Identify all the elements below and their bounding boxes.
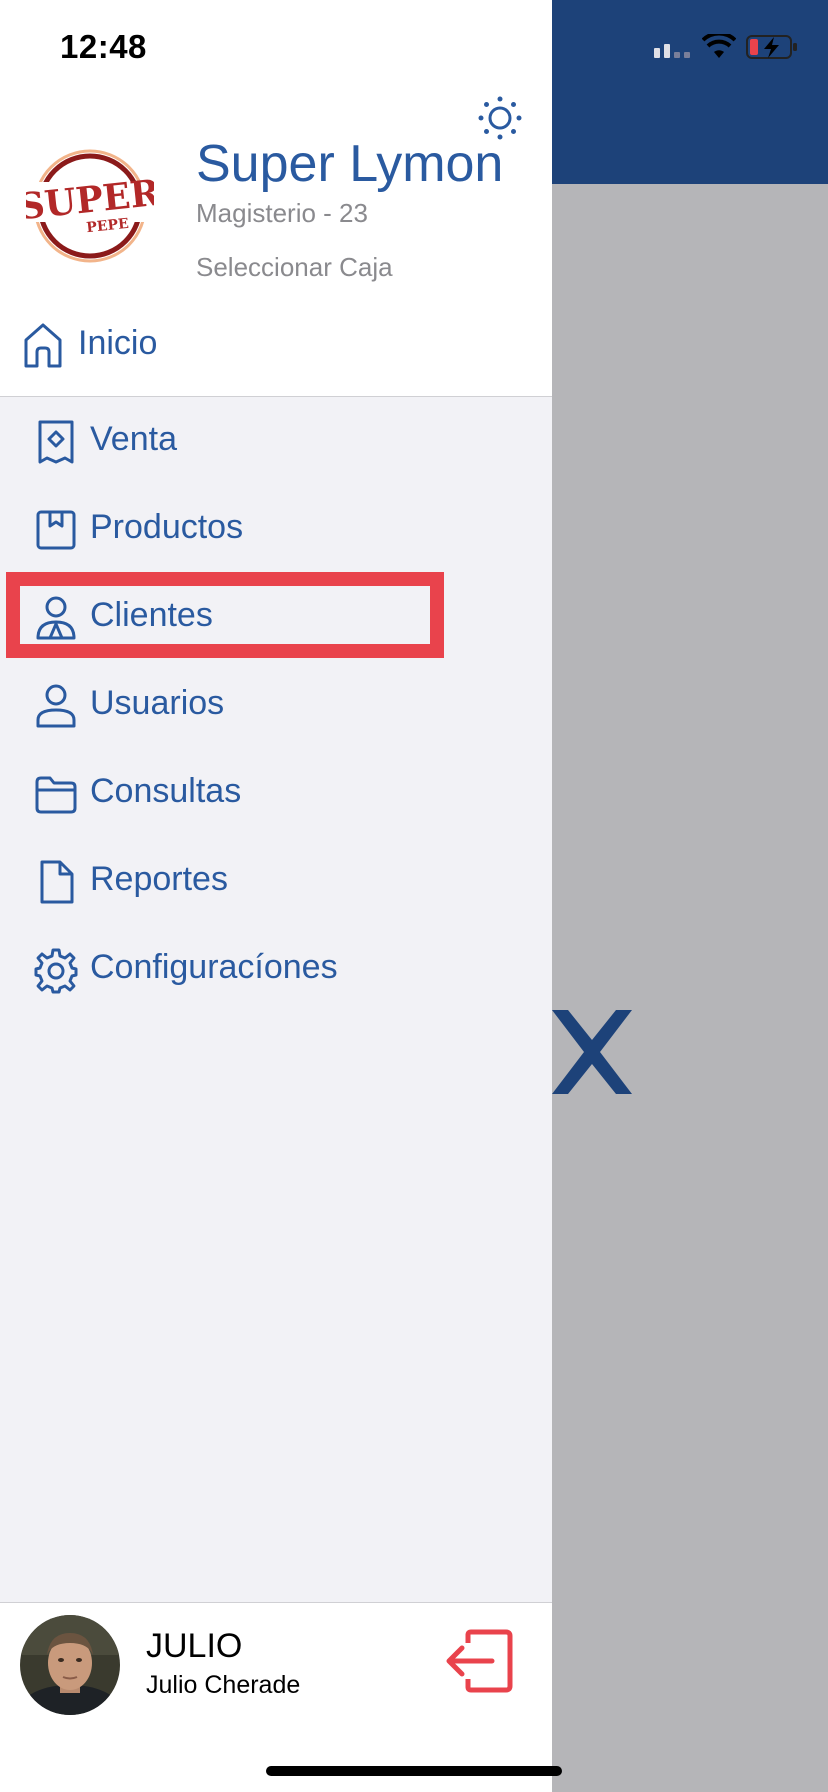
store-subtitle: Magisterio - 23: [196, 198, 368, 228]
document-icon: [40, 860, 74, 904]
nav-item-label: Reportes: [90, 860, 228, 898]
nav-item-label: Usuarios: [90, 684, 225, 722]
battery-icon: [746, 35, 797, 59]
highlight-box: [6, 572, 444, 658]
nav-item-usuarios[interactable]: Usuarios: [0, 664, 552, 744]
nav-item-configuraciones[interactable]: Configuracíones: [0, 928, 552, 1008]
close-icon[interactable]: [552, 1010, 632, 1094]
gear-icon: [34, 948, 78, 994]
home-icon: [24, 323, 62, 368]
store-name: Super Lymon: [196, 135, 504, 193]
app-header-bar: [552, 0, 828, 184]
user-full-name: Julio Cherade: [146, 1671, 301, 1699]
nav-item-label: Consultas: [90, 772, 242, 810]
folder-icon: [35, 776, 77, 814]
status-time: 12:48: [60, 28, 147, 65]
drawer-backdrop[interactable]: [552, 0, 828, 1792]
user-icon: [36, 684, 76, 728]
divider: [0, 396, 552, 397]
user-short-name: JULIO: [146, 1627, 243, 1665]
home-indicator[interactable]: [266, 1766, 562, 1776]
nav-item-label: Configuracíones: [90, 948, 338, 986]
receipt-icon: [38, 420, 74, 464]
status-icons: [652, 34, 798, 60]
book-icon: [36, 510, 76, 550]
nav-item-label: Venta: [90, 420, 177, 458]
nav-item-productos[interactable]: Productos: [0, 488, 552, 568]
store-logo: SUPER PEPE: [26, 149, 154, 263]
user-footer: JULIO Julio Cherade: [0, 1603, 552, 1792]
nav-item-inicio[interactable]: Inicio: [0, 312, 552, 396]
nav-item-label: Productos: [90, 508, 244, 546]
nav-item-label: Inicio: [78, 324, 158, 362]
avatar[interactable]: [20, 1615, 120, 1715]
select-box-link[interactable]: Seleccionar Caja: [196, 252, 393, 283]
wifi-icon: [702, 34, 736, 58]
nav-item-reportes[interactable]: Reportes: [0, 840, 552, 920]
nav-item-venta[interactable]: Venta: [0, 400, 552, 480]
logout-icon[interactable]: [444, 1629, 514, 1693]
nav-item-consultas[interactable]: Consultas: [0, 752, 552, 832]
side-drawer: 12:48 SUPER PEPE Super Lymon Magisterio …: [0, 0, 552, 1792]
signal-icon: [654, 44, 690, 58]
